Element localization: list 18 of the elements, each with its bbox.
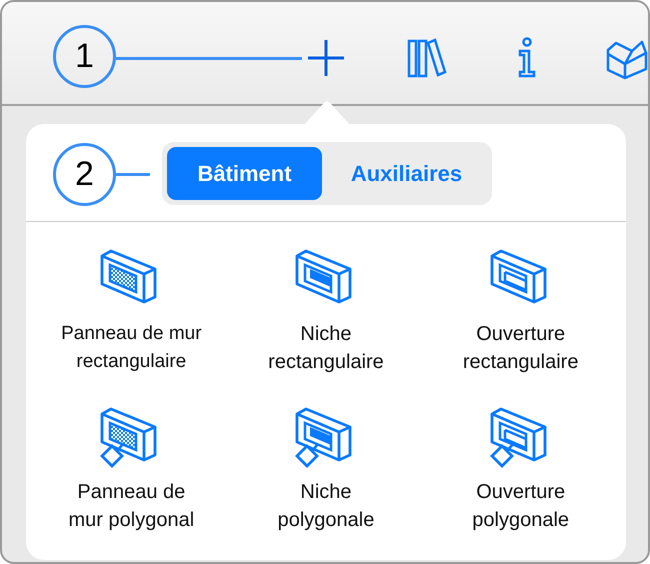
callout-number: 2 bbox=[53, 143, 116, 206]
callout-number: 1 bbox=[53, 25, 116, 88]
books-icon[interactable] bbox=[407, 38, 447, 78]
tool-item[interactable]: Panneau de mur polygonal bbox=[34, 406, 229, 534]
tool-item[interactable]: Panneau de mur rectangulaire bbox=[34, 248, 229, 376]
item-label: Ouverture rectangulaire bbox=[462, 322, 578, 375]
leader-line bbox=[116, 173, 150, 176]
item-label: Niche rectangulaire bbox=[268, 322, 384, 375]
tool-item[interactable]: Niche rectangulaire bbox=[228, 248, 424, 376]
item-label: Ouverture polygonale bbox=[472, 480, 570, 533]
item-label: Niche polygonale bbox=[278, 480, 374, 533]
tool-item[interactable]: Ouverture polygonale bbox=[423, 406, 618, 534]
tool-item[interactable]: Niche polygonale bbox=[228, 406, 424, 534]
item-label: Panneau de mur rectangulaire bbox=[61, 322, 202, 374]
segment-tab[interactable]: Bâtiment bbox=[167, 147, 322, 200]
info-icon[interactable] bbox=[516, 37, 538, 79]
item-label: Panneau de mur polygonal bbox=[68, 480, 194, 533]
tool-item[interactable]: Ouverture rectangulaire bbox=[423, 248, 618, 376]
